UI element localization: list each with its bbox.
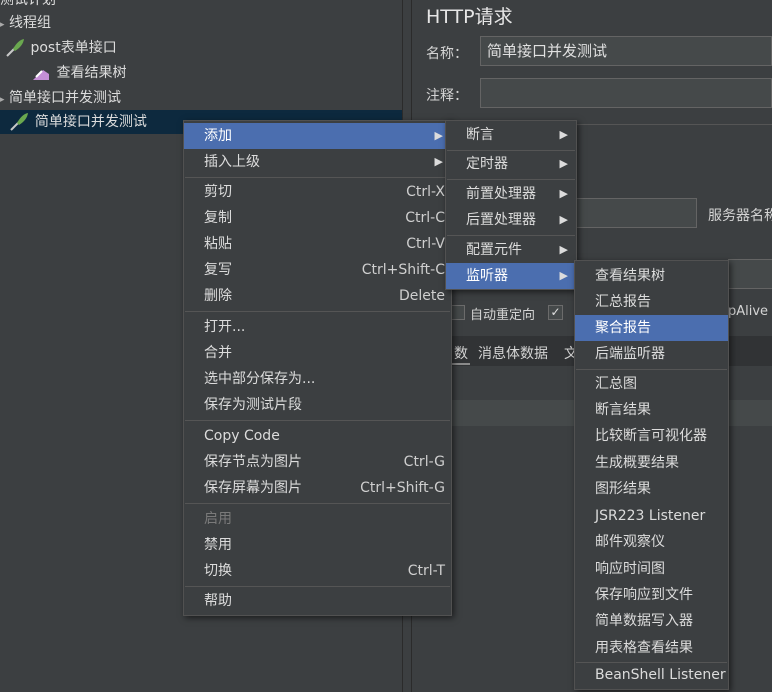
submenu-arrow-icon: ▶ xyxy=(434,155,443,168)
submenu-item-timers[interactable]: 定时器 ▶ xyxy=(446,151,576,177)
menu-separator xyxy=(185,586,450,587)
submenu-arrow-icon: ▶ xyxy=(559,128,568,141)
expand-arrow-icon[interactable]: ▸ xyxy=(0,95,5,105)
name-input[interactable]: 简单接口并发测试 xyxy=(480,36,772,66)
tree-item-thread-group[interactable]: ▸ 线程组 xyxy=(0,11,51,35)
submenu-arrow-icon: ▶ xyxy=(559,213,568,226)
menu-item-paste[interactable]: 粘贴 Ctrl-V xyxy=(184,231,451,257)
menu-item-duplicate[interactable]: 复写 Ctrl+Shift-C xyxy=(184,257,451,283)
listener-item-aggregate-report[interactable]: 聚合报告 xyxy=(575,315,728,341)
menu-separator xyxy=(447,235,575,236)
submenu-arrow-icon: ▶ xyxy=(559,157,568,170)
menu-item-insert-parent[interactable]: 插入上级 ▶ xyxy=(184,149,451,175)
menu-item-open[interactable]: 打开... xyxy=(184,314,451,340)
tree-item-thread-group-2[interactable]: ▸ 简单接口并发测试 xyxy=(0,86,121,110)
keepalive-label: pAlive xyxy=(728,304,769,319)
redirect-checkbox[interactable] xyxy=(450,305,465,320)
listener-item-mailer-visualizer[interactable]: 邮件观察仪 xyxy=(575,529,728,555)
listener-item-summary-graph[interactable]: 汇总图 xyxy=(575,371,728,397)
tree-item-label: post表单接口 xyxy=(30,40,117,56)
comment-label: 注释： xyxy=(426,88,468,104)
submenu-item-listeners[interactable]: 监听器 ▶ xyxy=(446,263,576,289)
menu-separator xyxy=(185,177,450,178)
menu-item-save-node-as-image[interactable]: 保存节点为图片 Ctrl-G xyxy=(184,449,451,475)
menu-item-disable[interactable]: 禁用 xyxy=(184,532,451,558)
http-sampler-icon xyxy=(6,39,24,57)
listener-item-generate-summary-results[interactable]: 生成概要结果 xyxy=(575,450,728,476)
add-submenu: 断言 ▶ 定时器 ▶ 前置处理器 ▶ 后置处理器 ▶ 配置元件 ▶ 监听器 ▶ xyxy=(445,120,577,290)
listener-item-beanshell-listener[interactable]: BeanShell Listener xyxy=(575,662,728,688)
submenu-item-pre-processors[interactable]: 前置处理器 ▶ xyxy=(446,181,576,207)
tree-item-post-form-api[interactable]: post表单接口 xyxy=(4,36,117,60)
listener-item-assertion-results[interactable]: 断言结果 xyxy=(575,397,728,423)
http-sampler-icon xyxy=(10,113,29,131)
tree-item-label: 简单接口并发测试 xyxy=(8,90,121,106)
menu-item-enable: 启用 xyxy=(204,511,232,527)
menu-item-save-screen-as-image[interactable]: 保存屏幕为图片 Ctrl+Shift-G xyxy=(184,475,451,501)
tree-item-label: 测试计划 xyxy=(0,0,56,8)
submenu-arrow-icon: ▶ xyxy=(434,129,443,142)
server-label: 服务器名称 xyxy=(708,208,772,224)
menu-item-copy-code[interactable]: Copy Code xyxy=(184,423,451,449)
menu-item-save-as-test-fragment[interactable]: 保存为测试片段 xyxy=(184,392,451,418)
listener-item-graph-results[interactable]: 图形结果 xyxy=(575,476,728,502)
listener-icon xyxy=(33,70,49,80)
redirect-label: 自动重定向 xyxy=(470,308,536,323)
listener-item-simple-data-writer[interactable]: 简单数据写入器 xyxy=(575,608,728,634)
menu-item-save-selection-as[interactable]: 选中部分保存为... xyxy=(184,366,451,392)
submenu-item-config-elements[interactable]: 配置元件 ▶ xyxy=(446,237,576,263)
tree-item-label: 查看结果树 xyxy=(56,65,127,81)
listener-item-view-results-tree[interactable]: 查看结果树 xyxy=(575,263,728,289)
listener-item-summary-report[interactable]: 汇总报告 xyxy=(575,289,728,315)
submenu-item-post-processors[interactable]: 后置处理器 ▶ xyxy=(446,207,576,233)
comment-input[interactable] xyxy=(480,78,772,108)
listener-item-compare-assertion-visualizer[interactable]: 比较断言可视化器 xyxy=(575,423,728,449)
menu-item-cut[interactable]: 剪切 Ctrl-X xyxy=(184,179,451,205)
name-label: 名称： xyxy=(426,46,468,62)
submenu-arrow-icon: ▶ xyxy=(559,243,568,256)
menu-item-help[interactable]: 帮助 xyxy=(184,588,451,614)
listener-item-view-results-in-table[interactable]: 用表格查看结果 xyxy=(575,635,728,661)
listener-item-backend-listener[interactable]: 后端监听器 xyxy=(575,341,728,367)
menu-separator xyxy=(185,311,450,312)
tree-item-view-results-tree[interactable]: 查看结果树 xyxy=(30,61,126,85)
menu-separator xyxy=(576,369,727,370)
menu-item-copy[interactable]: 复制 Ctrl-C xyxy=(184,205,451,231)
menu-item-add[interactable]: 添加 ▶ xyxy=(184,123,451,149)
tree-item-label: 线程组 xyxy=(8,15,51,31)
submenu-arrow-icon: ▶ xyxy=(559,187,568,200)
listener-item-jsr223-listener[interactable]: JSR223 Listener xyxy=(575,503,728,529)
menu-separator xyxy=(185,420,450,421)
tab-params[interactable]: 数 xyxy=(452,343,470,365)
tree-item-label: 简单接口并发测试 xyxy=(34,114,147,130)
menu-separator xyxy=(447,179,575,180)
path-input[interactable] xyxy=(728,259,772,289)
menu-separator xyxy=(185,503,450,504)
listener-item-response-time-graph[interactable]: 响应时间图 xyxy=(575,556,728,582)
submenu-arrow-icon: ▶ xyxy=(559,269,568,282)
menu-item-delete[interactable]: 删除 Delete xyxy=(184,283,451,309)
context-menu: 添加 ▶ 插入上级 ▶ 剪切 Ctrl-X 复制 Ctrl-C 粘贴 Ctrl-V 复写 C… xyxy=(183,120,452,616)
listener-item-save-responses-to-file[interactable]: 保存响应到文件 xyxy=(575,582,728,608)
expand-arrow-icon[interactable]: ▸ xyxy=(0,20,5,30)
listener-submenu: 查看结果树 汇总报告 聚合报告 后端监听器 汇总图 断言结果 比较断言可视化器 … xyxy=(574,260,729,690)
panel-title: HTTP请求 xyxy=(426,6,513,28)
follow-checkbox[interactable]: ✓ xyxy=(548,305,563,320)
submenu-item-assertions[interactable]: 断言 ▶ xyxy=(446,122,576,148)
tab-body-data[interactable]: 消息体数据 xyxy=(478,343,548,363)
menu-item-toggle[interactable]: 切换 Ctrl-T xyxy=(184,558,451,584)
menu-item-merge[interactable]: 合并 xyxy=(184,340,451,366)
